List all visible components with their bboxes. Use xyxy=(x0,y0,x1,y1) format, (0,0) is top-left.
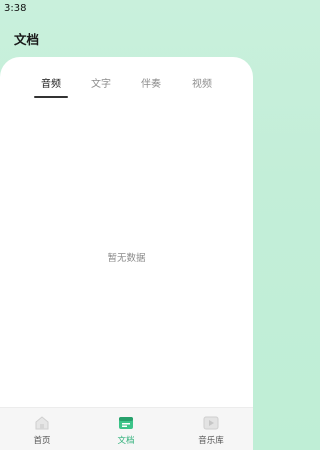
nav-label-music-library: 音乐库 xyxy=(198,436,224,446)
nav-label-documents: 文档 xyxy=(117,436,135,446)
document-icon xyxy=(118,415,134,431)
bottom-navigation: 首页 文档 音乐库 xyxy=(0,407,253,450)
nav-item-music-library[interactable]: 音乐库 xyxy=(181,408,241,450)
content-card: 音频 文字 伴奏 视频 暂无数据 xyxy=(0,57,253,407)
nav-item-documents[interactable]: 文档 xyxy=(96,408,156,450)
status-bar: 3:38 xyxy=(0,0,253,18)
tab-active-indicator xyxy=(34,96,68,98)
tab-video[interactable]: 视频 xyxy=(182,75,222,90)
tab-bar: 音频 文字 伴奏 视频 xyxy=(0,75,253,95)
status-time: 3:38 xyxy=(4,3,27,14)
nav-label-home: 首页 xyxy=(33,436,51,446)
home-icon xyxy=(34,415,50,431)
tab-text[interactable]: 文字 xyxy=(81,75,121,90)
tab-audio[interactable]: 音频 xyxy=(31,75,71,90)
tab-accompaniment[interactable]: 伴奏 xyxy=(131,75,171,90)
nav-item-home[interactable]: 首页 xyxy=(12,408,72,450)
page-title: 文档 xyxy=(14,32,40,47)
music-library-icon xyxy=(203,415,219,431)
empty-state-message: 暂无数据 xyxy=(107,253,146,264)
